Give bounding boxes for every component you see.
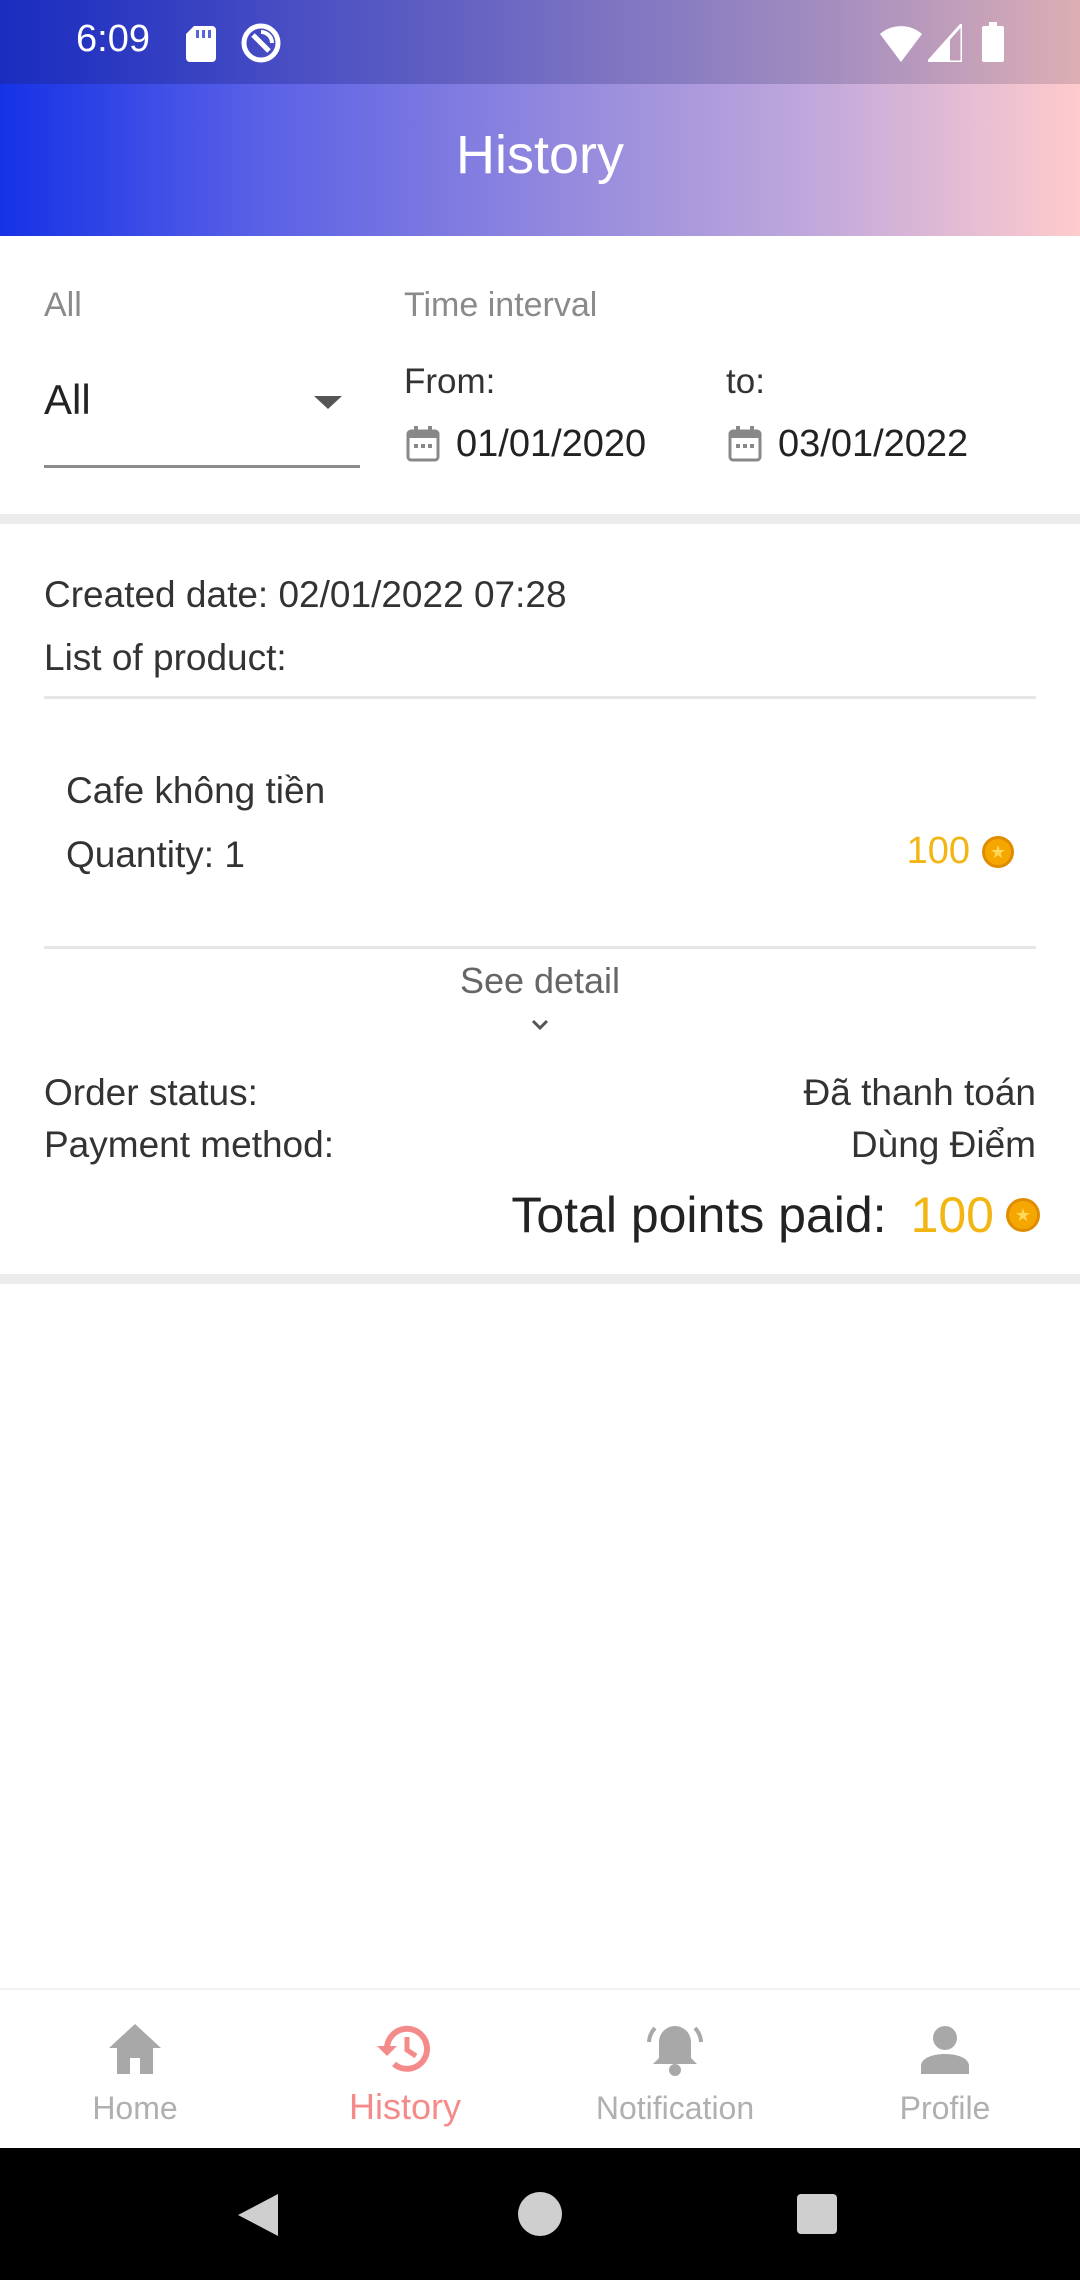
see-detail-button[interactable]: See detail [0, 960, 1080, 1002]
sync-off-icon [241, 23, 281, 63]
tab-profile[interactable]: Profile [810, 1990, 1080, 2150]
from-date-picker[interactable]: 01/01/2020 [406, 414, 646, 474]
coin-icon: ★ [982, 835, 1014, 868]
time-interval-label: Time interval [404, 286, 598, 324]
tab-notification-label: Notification [595, 2090, 755, 2126]
calendar-icon [728, 426, 762, 462]
home-button-icon[interactable] [518, 2192, 562, 2236]
product-name: Cafe không tiền [66, 770, 326, 811]
to-date-value: 03/01/2022 [778, 422, 969, 465]
category-filter-label: All [44, 286, 82, 324]
calendar-icon [406, 426, 440, 462]
created-date: Created date: 02/01/2022 07:28 [44, 574, 567, 615]
history-screen: 6:09 History All All Time interval From:… [0, 0, 1080, 2280]
page-title: History [455, 125, 624, 185]
tab-notification[interactable]: Notification [540, 1990, 810, 2150]
divider [44, 696, 1036, 699]
tab-home-label: Home [92, 2090, 178, 2126]
product-quantity: Quantity: 1 [66, 834, 245, 875]
section-divider [0, 1274, 1080, 1284]
tab-home[interactable]: Home [0, 1990, 270, 2150]
total-points-label: Total points paid: [511, 1187, 887, 1243]
order-status-label: Order status: [44, 1072, 258, 1113]
to-label: to: [726, 362, 765, 401]
sd-card-icon [186, 26, 216, 62]
from-label: From: [404, 362, 496, 401]
product-points-value: 100 [906, 830, 970, 872]
system-navigation-bar [0, 2148, 1080, 2280]
category-dropdown[interactable]: All [44, 360, 360, 468]
history-icon [377, 2025, 430, 2072]
recent-apps-icon[interactable] [797, 2194, 837, 2234]
chevron-down-icon[interactable] [530, 1018, 550, 1032]
product-points: 100 ★ [907, 830, 1014, 873]
wifi-icon [880, 26, 922, 62]
person-icon [921, 2026, 969, 2074]
status-time: 6:09 [76, 18, 150, 60]
from-date-value: 01/01/2020 [456, 422, 647, 465]
section-divider [0, 514, 1080, 524]
bottom-navigation: Home History Notification Profile [0, 1988, 1080, 2148]
back-icon[interactable] [236, 2192, 280, 2238]
status-bar: 6:09 [0, 0, 1080, 84]
tab-profile-label: Profile [899, 2090, 991, 2126]
tab-history-label: History [348, 2086, 461, 2127]
tab-history[interactable]: History [270, 1990, 540, 2150]
to-date-picker[interactable]: 03/01/2022 [728, 414, 968, 474]
app-header: 6:09 History [0, 0, 1080, 236]
total-points-row: Total points paid: 100 ★ [511, 1186, 1040, 1244]
total-points-value: 100 [910, 1187, 994, 1243]
home-icon [109, 2024, 161, 2074]
payment-method-label: Payment method: [44, 1124, 334, 1165]
bell-icon [647, 2026, 703, 2076]
signal-icon [928, 24, 962, 62]
coin-icon: ★ [1006, 1198, 1040, 1232]
divider [44, 946, 1036, 949]
payment-method-value: Dùng Điểm [850, 1124, 1036, 1165]
category-selected-value: All [44, 376, 91, 423]
caret-down-icon [314, 396, 342, 409]
order-status-value: Đã thanh toán [803, 1072, 1036, 1113]
battery-icon [982, 22, 1004, 62]
product-list-label: List of product: [44, 637, 287, 678]
